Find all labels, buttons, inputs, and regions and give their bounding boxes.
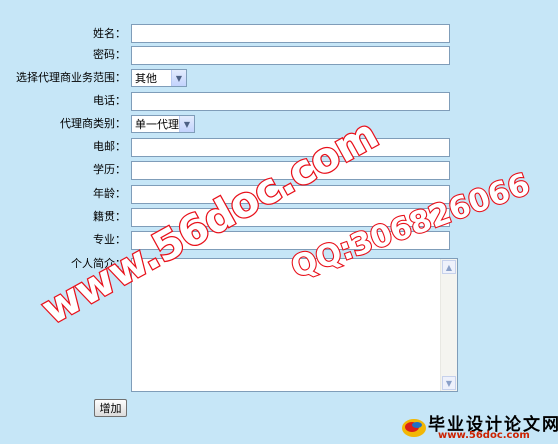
hometown-input[interactable] <box>131 208 450 227</box>
scroll-up-arrow-icon[interactable]: ▲ <box>442 260 456 274</box>
phone-label: 电话： <box>93 94 126 107</box>
chevron-down-icon[interactable]: ▼ <box>179 116 194 132</box>
email-label: 电邮： <box>93 140 126 153</box>
agent-type-select[interactable]: 单一代理 ▼ <box>131 115 195 133</box>
email-input[interactable] <box>131 138 450 157</box>
chevron-down-icon[interactable]: ▼ <box>171 70 186 86</box>
phone-input[interactable] <box>131 92 450 111</box>
vertical-scrollbar[interactable]: ▲ ▼ <box>440 259 457 391</box>
logo-url: www.56doc.com <box>438 430 530 441</box>
hometown-label: 籍贯： <box>93 210 126 223</box>
password-input[interactable] <box>131 46 450 65</box>
agent-type-label: 代理商类别： <box>60 117 126 130</box>
major-input[interactable] <box>131 231 450 250</box>
name-input[interactable] <box>131 24 450 43</box>
bio-label: 个人简介： <box>71 257 126 270</box>
scroll-down-arrow-icon[interactable]: ▼ <box>442 376 456 390</box>
agency-scope-label: 选择代理商业务范围： <box>16 71 126 84</box>
major-label: 专业： <box>93 233 126 246</box>
education-label: 学历： <box>93 163 126 176</box>
education-input[interactable] <box>131 161 450 180</box>
password-label: 密码： <box>93 48 126 61</box>
age-label: 年龄： <box>93 187 126 200</box>
logo-mark-icon <box>402 419 426 437</box>
agent-type-value: 单一代理 <box>135 118 179 131</box>
agency-scope-value: 其他 <box>135 72 157 85</box>
add-button[interactable]: 增加 <box>94 399 127 417</box>
agency-scope-select[interactable]: 其他 ▼ <box>131 69 187 87</box>
name-label: 姓名： <box>93 27 126 40</box>
site-logo: 毕业设计论文网 www.56doc.com <box>398 410 558 444</box>
bio-textarea[interactable]: ▲ ▼ <box>131 258 458 392</box>
age-input[interactable] <box>131 185 450 204</box>
